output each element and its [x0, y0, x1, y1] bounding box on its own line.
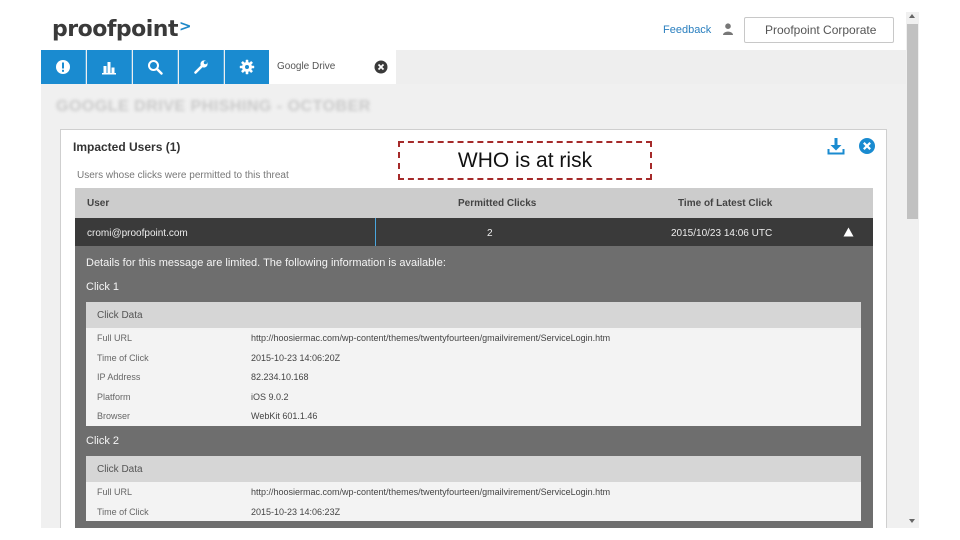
panel-close-icon[interactable] — [858, 137, 876, 155]
row-details: Details for this message are limited. Th… — [75, 246, 873, 528]
nav-reports-button[interactable] — [87, 50, 132, 84]
field-key: Full URL — [97, 333, 133, 343]
field-key: Time of Click — [97, 506, 149, 517]
download-icon[interactable] — [827, 137, 845, 155]
scroll-thumb[interactable] — [907, 24, 918, 219]
list-item: IP Address 82.234.10.168 — [86, 367, 861, 387]
row-latest-click-time: 2015/10/23 14:06 UTC — [671, 228, 773, 239]
click-1-card: Click Data Full URL http://hoosiermac.co… — [86, 302, 861, 426]
column-divider — [375, 218, 376, 246]
column-header-latest-click[interactable]: Time of Latest Click — [678, 198, 772, 209]
logo-mark: > — [178, 17, 192, 35]
field-value-url: http://hoosiermac.com/wp-content/themes/… — [251, 333, 611, 343]
click-card-title: Click Data — [86, 456, 861, 482]
page-title: GOOGLE DRIVE PHISHING - OCTOBER — [56, 98, 371, 115]
scroll-up-arrow-icon[interactable] — [909, 14, 915, 18]
table-row[interactable]: cromi@proofpoint.com 2 2015/10/23 14:06 … — [75, 218, 873, 246]
list-item: Platform iOS 9.0.2 — [86, 387, 861, 407]
search-icon — [148, 60, 163, 75]
user-icon[interactable] — [723, 23, 733, 35]
field-key: IP Address — [97, 372, 141, 382]
gear-icon — [239, 59, 255, 75]
list-item: Full URL http://hoosiermac.com/wp-conten… — [86, 328, 861, 348]
list-item: Full URL http://hoosiermac.com/wp-conten… — [86, 482, 861, 502]
organization-selector[interactable]: Proofpoint Corporate — [744, 17, 894, 43]
field-key: Time of Click — [97, 352, 149, 363]
list-item: Time of Click 2015-10-23 14:06:23Z — [86, 502, 861, 522]
field-value: WebKit 601.1.46 — [251, 411, 318, 421]
nav-settings-button[interactable] — [225, 50, 270, 84]
click-1-label: Click 1 — [86, 281, 120, 293]
alert-icon — [56, 60, 70, 74]
nav-tools-button[interactable] — [179, 50, 224, 84]
click-card-title: Click Data — [86, 302, 861, 328]
nav-bar: Google Drive — [41, 50, 906, 84]
click-2-card: Click Data Full URL http://hoosiermac.co… — [86, 456, 861, 521]
field-value-url: http://hoosiermac.com/wp-content/themes/… — [251, 487, 611, 497]
list-item: Time of Click 2015-10-23 14:06:20Z — [86, 348, 861, 368]
click-2-label: Click 2 — [86, 435, 120, 447]
annotation-callout: WHO is at risk — [398, 141, 652, 180]
row-user-email: cromi@proofpoint.com — [87, 228, 188, 239]
details-note: Details for this message are limited. Th… — [86, 257, 446, 269]
panel-subtitle: Users whose clicks were permitted to thi… — [77, 170, 289, 181]
users-table-header: User Permitted Clicks Time of Latest Cli… — [75, 188, 873, 218]
logo-text: proofpoint — [52, 17, 178, 42]
nav-search-button[interactable] — [133, 50, 178, 84]
field-value: iOS 9.0.2 — [251, 391, 289, 402]
vertical-scrollbar[interactable] — [906, 12, 919, 528]
field-value: 82.234.10.168 — [251, 372, 309, 382]
column-header-permitted-clicks[interactable]: Permitted Clicks — [458, 198, 536, 209]
column-header-user[interactable]: User — [87, 198, 109, 209]
field-key: Platform — [97, 391, 131, 402]
collapse-caret-icon[interactable] — [843, 227, 854, 237]
proofpoint-logo[interactable]: proofpoint> — [52, 17, 192, 42]
impacted-users-panel: Impacted Users (1) Users whose clicks we… — [60, 129, 887, 528]
panel-title: Impacted Users (1) — [73, 140, 181, 154]
nav-alerts-button[interactable] — [41, 50, 86, 84]
tab-label: Google Drive — [277, 61, 336, 72]
top-header: proofpoint> Feedback Proofpoint Corporat… — [41, 12, 906, 50]
list-item: Browser WebKit 601.1.46 — [86, 406, 861, 426]
field-key: Browser — [97, 411, 131, 421]
bar-chart-icon — [102, 62, 116, 75]
field-key: Full URL — [97, 487, 133, 497]
feedback-link[interactable]: Feedback — [663, 24, 711, 36]
tab-close-icon[interactable] — [374, 60, 388, 74]
row-permitted-clicks: 2 — [487, 228, 493, 239]
app-window: proofpoint> Feedback Proofpoint Corporat… — [41, 12, 906, 528]
wrench-icon — [194, 60, 208, 74]
field-value: 2015-10-23 14:06:23Z — [251, 506, 341, 517]
field-value: 2015-10-23 14:06:20Z — [251, 352, 341, 363]
scroll-down-arrow-icon[interactable] — [909, 519, 915, 523]
